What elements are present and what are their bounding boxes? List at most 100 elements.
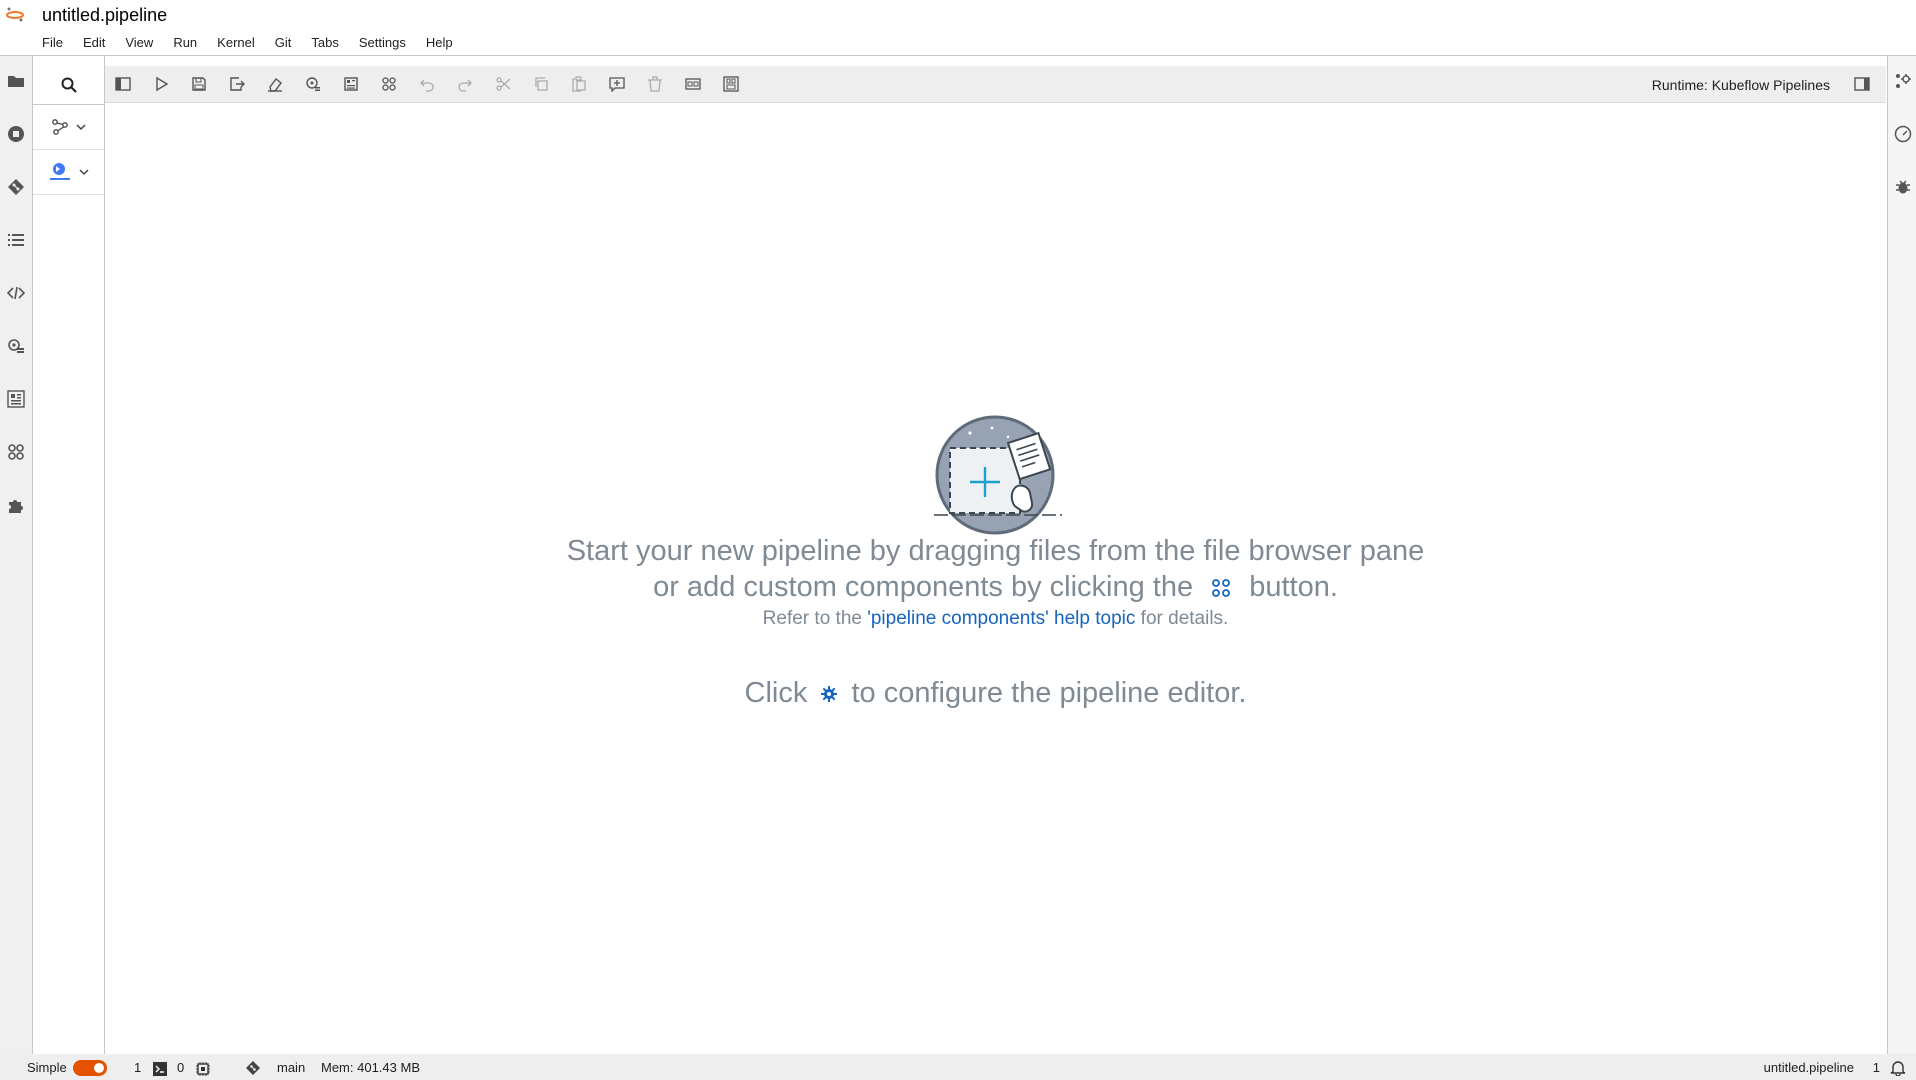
undo-button[interactable] — [417, 74, 437, 94]
open-component-catalogs-icon — [382, 77, 396, 91]
add-comment-icon — [609, 77, 625, 92]
pipeline-components-icon[interactable] — [4, 440, 28, 464]
runtime-config-icon[interactable] — [4, 334, 28, 358]
terminal-icon[interactable] — [153, 1061, 167, 1077]
menu-kernel[interactable]: Kernel — [207, 34, 265, 52]
gear-icon[interactable] — [819, 684, 839, 704]
git-icon[interactable] — [4, 175, 28, 199]
simple-mode-label: Simple — [27, 1060, 67, 1075]
simple-mode-toggle[interactable] — [73, 1060, 107, 1076]
folder-icon[interactable] — [4, 69, 28, 93]
redo-icon — [458, 79, 472, 92]
document-title: untitled.pipeline — [42, 5, 168, 25]
empty-state-line-1: Start your new pipeline by dragging file… — [566, 535, 1425, 567]
save-pipeline-button[interactable] — [189, 74, 209, 94]
clear-pipeline-button[interactable] — [265, 74, 285, 94]
menu-tabs[interactable]: Tabs — [301, 34, 348, 52]
empty-state-line-2-end: button. — [1249, 571, 1338, 603]
list-icon[interactable] — [4, 228, 28, 252]
menu-bar: File Edit View Run Kernel Git Tabs Setti… — [32, 34, 463, 52]
open-panel-icon — [115, 77, 131, 91]
menu-help[interactable]: Help — [416, 34, 463, 52]
right-sidebar — [1887, 56, 1916, 1054]
menu-edit[interactable]: Edit — [73, 34, 115, 52]
empty-state-line-3: Refer to the 'pipeline components' help … — [105, 608, 1886, 630]
delete-button[interactable] — [645, 74, 665, 94]
git-branch-name[interactable]: main — [277, 1060, 305, 1076]
top-bar: untitled.pipeline File Edit View Run Ker… — [0, 0, 1916, 56]
empty-state-line-3-start: Refer to the — [762, 608, 862, 629]
menu-file[interactable]: File — [32, 34, 73, 52]
run-icon — [156, 76, 169, 92]
extension-icon[interactable] — [4, 493, 28, 517]
toggle-properties-panel-button[interactable] — [1852, 74, 1872, 94]
open-panel-button[interactable] — [113, 74, 133, 94]
menu-git[interactable]: Git — [265, 34, 302, 52]
debugger-icon[interactable] — [1894, 178, 1912, 196]
node-palette — [33, 56, 105, 1054]
empty-state-line-4: Click to configure the pipeline editor. — [105, 677, 1886, 710]
generic-components-icon — [51, 119, 68, 135]
chevron-down-icon — [78, 169, 89, 176]
chevron-down-icon — [75, 124, 86, 131]
export-icon — [230, 77, 245, 91]
status-file-name: untitled.pipeline — [1763, 1060, 1854, 1075]
open-runtime-images-button[interactable] — [341, 74, 361, 94]
delete-icon — [648, 76, 662, 92]
palette-category-kubeflow[interactable] — [33, 150, 104, 195]
empty-state-line-4-end: to configure the pipeline editor. — [851, 677, 1247, 709]
git-branch-icon[interactable] — [245, 1060, 261, 1076]
kernel-icon[interactable] — [196, 1061, 210, 1077]
paste-icon — [572, 76, 586, 92]
empty-state-line-2: or add custom components by clicking the… — [105, 571, 1886, 604]
empty-state-line-4-start: Click — [744, 677, 808, 709]
left-sidebar — [0, 56, 33, 1054]
jupyter-logo-icon[interactable] — [5, 6, 25, 24]
empty-state-line-2-start: or add custom components by clicking the — [653, 571, 1194, 603]
arrange-vertical-icon — [723, 76, 739, 92]
kernel-count[interactable]: 0 — [177, 1060, 184, 1076]
runtime-label: Runtime: Kubeflow Pipelines — [1651, 77, 1830, 93]
menu-settings[interactable]: Settings — [349, 34, 416, 52]
copy-button[interactable] — [531, 74, 551, 94]
component-catalog-icon[interactable] — [4, 387, 28, 411]
clear-icon — [268, 78, 282, 92]
menu-view[interactable]: View — [115, 34, 163, 52]
search-icon — [61, 77, 77, 93]
gauge-icon[interactable] — [1894, 125, 1912, 143]
cut-button[interactable] — [493, 74, 513, 94]
property-inspector-icon[interactable] — [1894, 72, 1912, 90]
stop-circle-icon[interactable] — [4, 122, 28, 146]
cut-icon — [496, 77, 511, 91]
open-runtimes-button[interactable] — [303, 74, 323, 94]
palette-category-generic[interactable] — [33, 105, 104, 150]
code-snippets-icon[interactable] — [4, 281, 28, 305]
export-pipeline-button[interactable] — [227, 74, 247, 94]
terminal-count[interactable]: 1 — [134, 1060, 141, 1076]
properties-panel-icon — [1854, 77, 1870, 91]
add-comment-button[interactable] — [607, 74, 627, 94]
arrange-horizontal-button[interactable] — [683, 74, 703, 94]
run-pipeline-button[interactable] — [151, 74, 171, 94]
kubeflow-logo-icon — [49, 163, 70, 180]
line-number: 1 — [1872, 1060, 1880, 1075]
redo-button[interactable] — [455, 74, 475, 94]
paste-button[interactable] — [569, 74, 589, 94]
open-runtimes-icon — [306, 77, 320, 91]
menu-run[interactable]: Run — [163, 34, 207, 52]
arrange-horizontal-icon — [685, 78, 701, 90]
open-component-catalogs-button[interactable] — [379, 74, 399, 94]
pipeline-canvas[interactable]: Start your new pipeline by dragging file… — [105, 103, 1886, 1054]
toggle-knob — [94, 1063, 104, 1073]
palette-search-button[interactable] — [33, 66, 104, 105]
open-runtime-images-icon — [344, 77, 358, 91]
pipeline-components-help-link[interactable]: 'pipeline components' help topic — [867, 608, 1135, 629]
status-bar: Simple 1 0 main Mem: 401.43 MB untitled.… — [0, 1054, 1916, 1080]
arrange-vertical-button[interactable] — [721, 74, 741, 94]
memory-usage: Mem: 401.43 MB — [321, 1060, 420, 1075]
copy-icon — [535, 77, 548, 91]
undo-icon — [420, 79, 434, 92]
empty-state-line-3-end: for details. — [1140, 608, 1229, 629]
notification-bell-icon[interactable] — [1890, 1060, 1906, 1076]
empty-pipeline-illustration — [934, 415, 1062, 535]
